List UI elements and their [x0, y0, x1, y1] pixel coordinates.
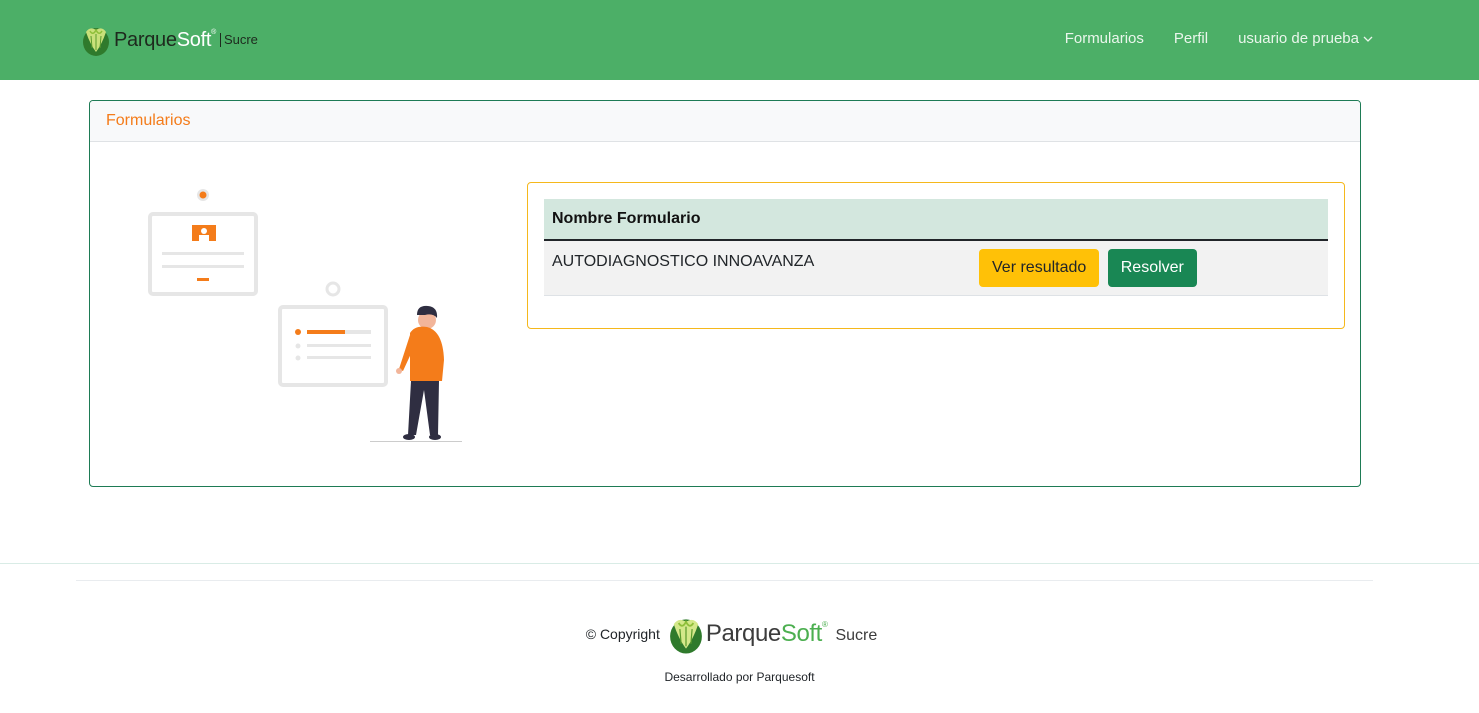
form-name-cell: AUTODIAGNOSTICO INNOAVANZA [544, 240, 971, 296]
footer-brand-registered-mark: ® [821, 620, 828, 629]
forms-table: Nombre Formulario AUTODIAGNOSTICO INNOAV… [544, 199, 1328, 296]
user-dropdown[interactable]: usuario de prueba [1238, 30, 1373, 47]
solve-button[interactable]: Resolver [1107, 249, 1197, 287]
card-title: Formularios [106, 112, 191, 129]
footer-copyright: © Copyright ParqueSoft® Sucre [0, 612, 1479, 656]
footer-divider-top [0, 563, 1479, 564]
table-row: AUTODIAGNOSTICO INNOAVANZA Ver resultado… [544, 240, 1328, 296]
card-header: Formularios [90, 101, 1360, 142]
parquesoft-logo-icon [669, 619, 702, 654]
top-navbar: ParqueSoft® Sucre Formularios Perfil usu… [0, 0, 1479, 80]
table-header-row: Nombre Formulario [544, 199, 1328, 241]
footer-brand-logo: ParqueSoft® Sucre [666, 612, 877, 656]
brand-sub: Sucre [219, 33, 258, 47]
forms-table-box: Nombre Formulario AUTODIAGNOSTICO INNOAV… [527, 182, 1345, 329]
column-header-actions [971, 199, 1328, 241]
user-dropdown-label: usuario de prueba [1238, 30, 1359, 47]
form-actions-cell: Ver resultado Resolver [971, 240, 1328, 296]
copyright-text: © Copyright [585, 626, 660, 642]
footer-divider [76, 580, 1373, 581]
forms-illustration [148, 189, 462, 442]
view-result-button[interactable]: Ver resultado [979, 249, 1100, 287]
footer-brand-sub: Sucre [835, 627, 878, 644]
parquesoft-logo-icon [83, 28, 109, 56]
nav-link-formularios[interactable]: Formularios [1065, 30, 1144, 47]
nav-links: Formularios Perfil usuario de prueba [1035, 30, 1373, 47]
brand-name-part1: Parque [114, 28, 177, 51]
chevron-down-icon [1363, 36, 1373, 42]
footer-brand-name-part1: Parque [705, 620, 781, 647]
footer-brand-name: ParqueSoft® [706, 620, 828, 648]
brand-name: ParqueSoft® [114, 29, 216, 52]
footer-brand-name-part2: Soft [780, 620, 822, 647]
nav-link-perfil[interactable]: Perfil [1174, 30, 1208, 47]
brand-logo[interactable]: ParqueSoft® Sucre [80, 22, 258, 58]
brand-name-part2: Soft [176, 28, 212, 51]
column-header-name: Nombre Formulario [544, 199, 971, 241]
developed-by-text: Desarrollado por Parquesoft [664, 670, 815, 684]
forms-card: Formularios Nombre Formulario AUTODIAGNO… [89, 100, 1361, 487]
brand-registered-mark: ® [211, 28, 216, 36]
